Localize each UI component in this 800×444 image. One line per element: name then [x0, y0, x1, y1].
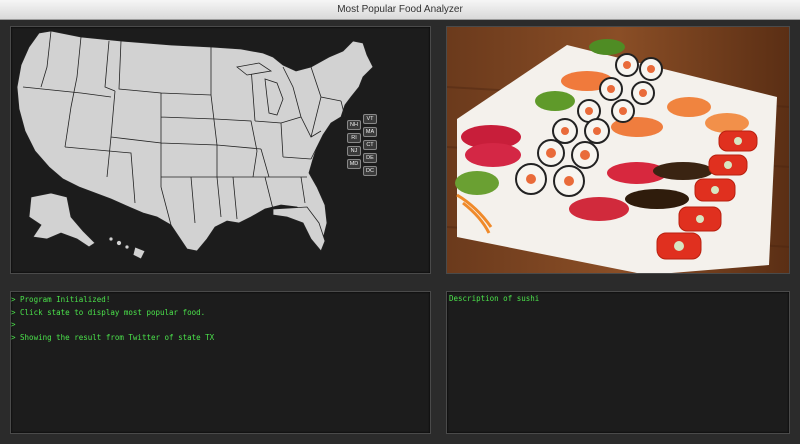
- state-button-md[interactable]: MD: [347, 159, 361, 169]
- console-output-panel: > Program Initialized! > Click state to …: [10, 291, 431, 434]
- state-button-vt[interactable]: VT: [363, 114, 377, 124]
- console-line: > Click state to display most popular fo…: [11, 307, 206, 317]
- state-button-dc[interactable]: DC: [363, 166, 377, 176]
- state-button-ri[interactable]: RI: [347, 133, 361, 143]
- state-button-nj[interactable]: NJ: [347, 146, 361, 156]
- food-description-text: Description of sushi: [449, 294, 540, 303]
- us-map-panel: VT NH MA RI CT NJ DE MD DC: [10, 26, 431, 274]
- console-line: > Program Initialized!: [11, 295, 111, 304]
- state-button-nh[interactable]: NH: [347, 120, 361, 130]
- console-log: > Program Initialized! > Click state to …: [11, 294, 214, 344]
- us-map: [16, 30, 374, 260]
- state-button-de[interactable]: DE: [363, 153, 377, 163]
- window-title: Most Popular Food Analyzer: [337, 4, 463, 15]
- state-button-ct[interactable]: CT: [363, 140, 377, 150]
- window-title-bar: Most Popular Food Analyzer: [0, 0, 800, 20]
- state-button-ma[interactable]: MA: [363, 127, 377, 137]
- food-photo-panel: [446, 26, 790, 274]
- alaska-shape[interactable]: [28, 192, 96, 248]
- sushi-platter-image: [447, 27, 789, 273]
- food-description-panel: Description of sushi: [446, 291, 790, 434]
- hawaii-shape[interactable]: [108, 236, 146, 260]
- console-line: > Showing the result from Twitter of sta…: [11, 332, 215, 342]
- console-line: >: [11, 320, 16, 329]
